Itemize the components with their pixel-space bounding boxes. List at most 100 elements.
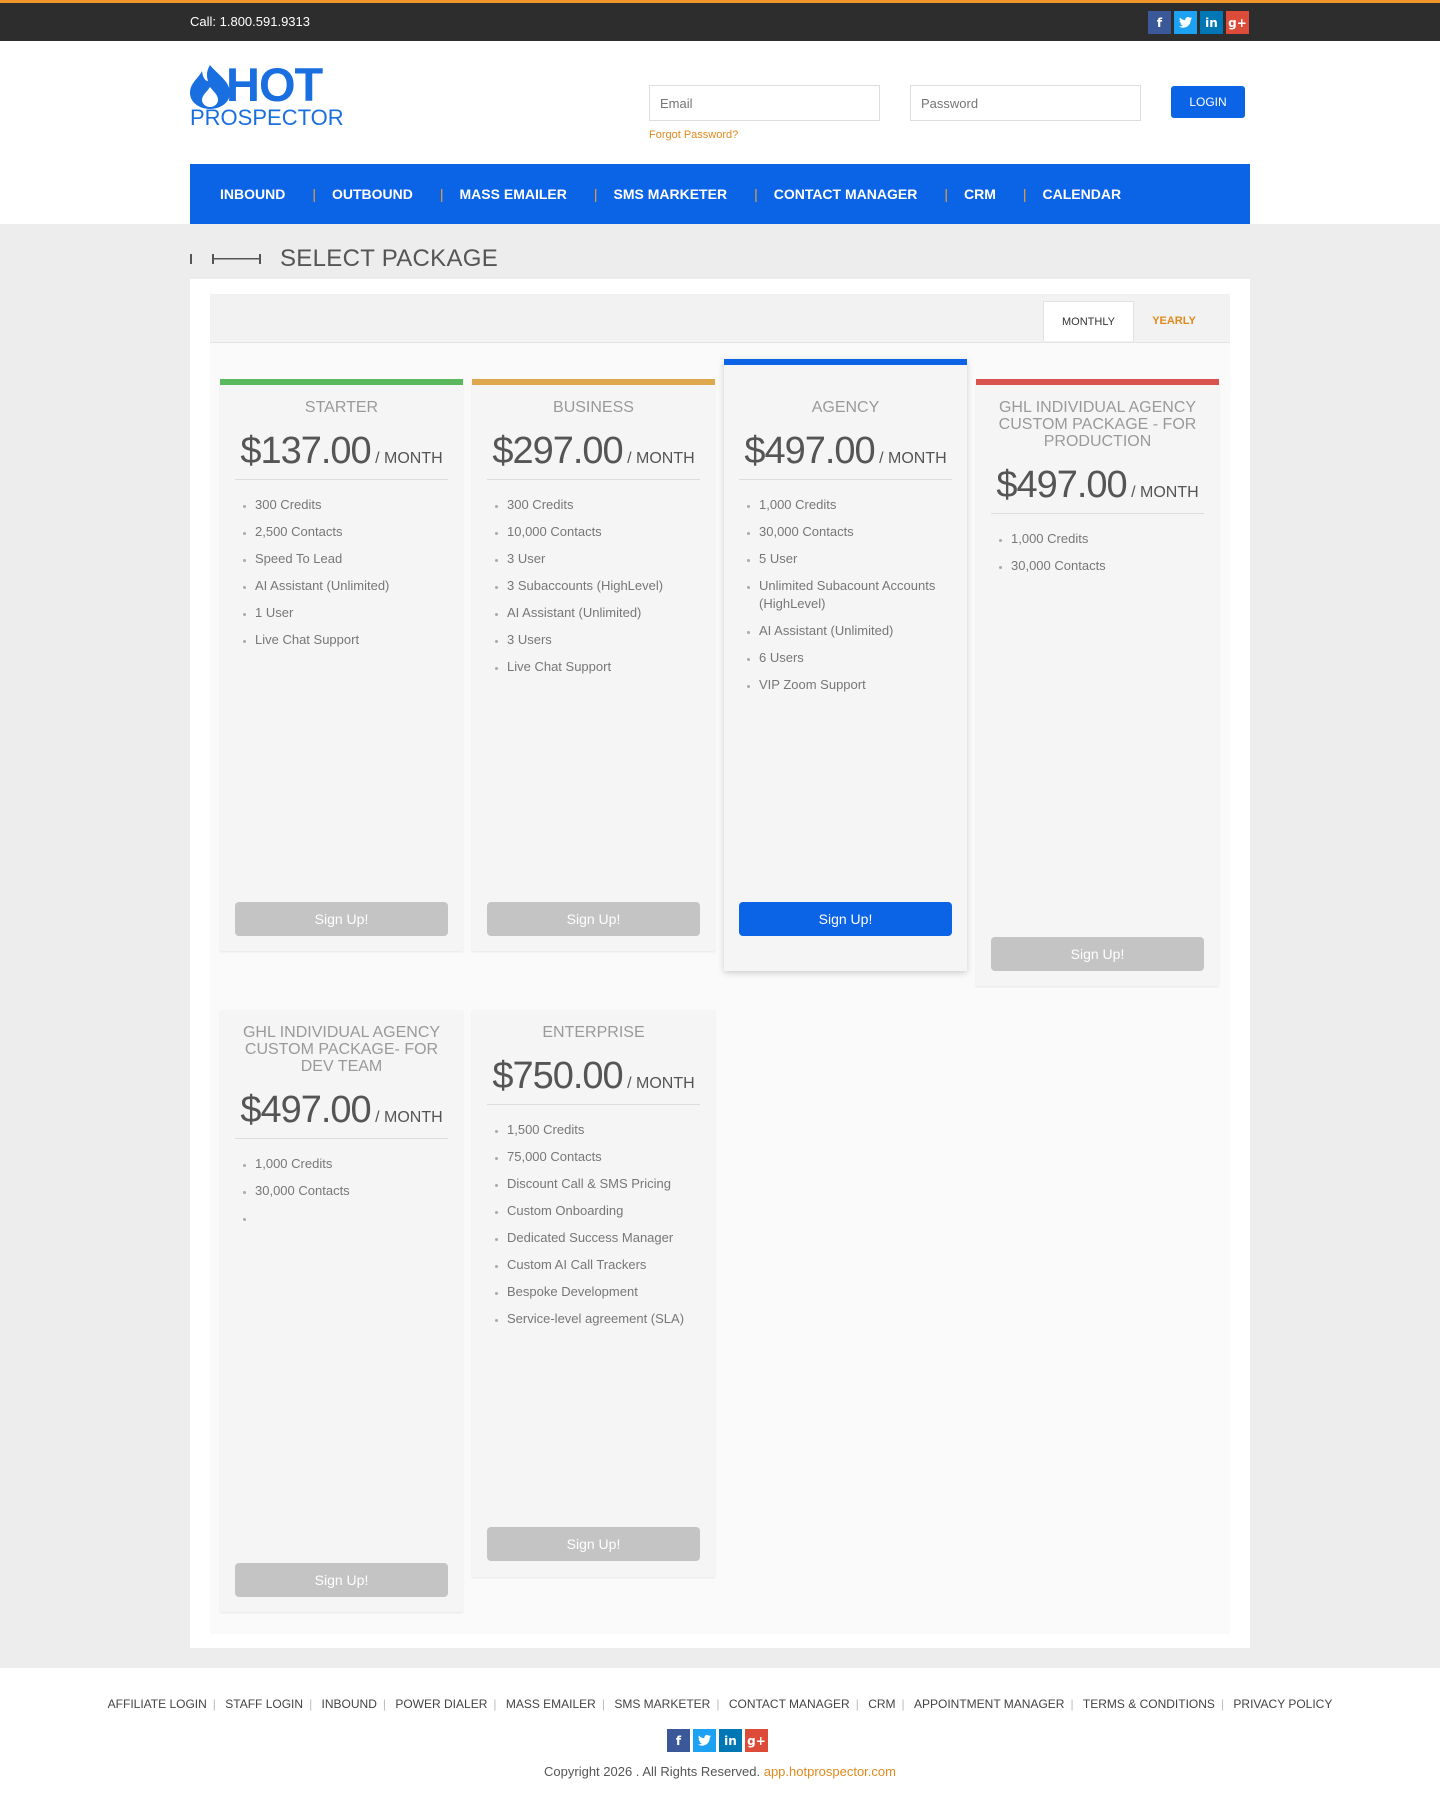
card-top-bar — [976, 379, 1219, 385]
package-name: GHL INDIVIDUAL AGENCY CUSTOM PACKAGE - F… — [998, 399, 1197, 450]
sign-up-button[interactable]: Sign Up! — [739, 902, 952, 936]
forgot-password-link[interactable]: Forgot Password? — [649, 129, 738, 141]
linkedin-icon[interactable]: in — [719, 1729, 742, 1752]
price-period: / MONTH — [627, 1075, 695, 1092]
feature-item: 1,000 Credits — [759, 496, 947, 514]
price-amount: $750.00 — [492, 1055, 623, 1097]
nav-inbound[interactable]: INBOUND — [220, 186, 285, 202]
google-plus-icon[interactable]: g+ — [1226, 11, 1249, 34]
twitter-icon[interactable] — [1174, 11, 1197, 34]
feature-item: VIP Zoom Support — [759, 676, 947, 694]
footer-link-contact-manager[interactable]: CONTACT MANAGER — [729, 1697, 850, 1711]
feature-list: 1,000 Credits 30,000 Contacts 5 User Unl… — [759, 496, 947, 694]
feature-item: 300 Credits — [255, 496, 443, 514]
package-card-enterprise: ENTERPRISE $750.00 / MONTH 1,500 Credits… — [472, 1010, 715, 1577]
sign-up-button[interactable]: Sign Up! — [235, 902, 448, 936]
package-card-agency: AGENCY $497.00 / MONTH 1,000 Credits 30,… — [724, 359, 967, 971]
feature-item: Discount Call & SMS Pricing — [507, 1175, 695, 1193]
package-price: $297.00 / MONTH — [487, 430, 700, 480]
feature-item: Bespoke Development — [507, 1283, 695, 1301]
facebook-icon[interactable]: f — [1148, 11, 1171, 34]
nav-mass-emailer[interactable]: MASS EMAILER — [460, 186, 567, 202]
package-price: $750.00 / MONTH — [487, 1055, 700, 1105]
feature-list: 1,500 Credits 75,000 Contacts Discount C… — [507, 1121, 695, 1328]
package-name: STARTER — [304, 399, 379, 416]
facebook-icon[interactable]: f — [667, 1729, 690, 1752]
sign-up-button[interactable]: Sign Up! — [487, 1527, 700, 1561]
package-price: $137.00 / MONTH — [235, 430, 448, 480]
footer-separator: | — [601, 1697, 605, 1711]
footer-link-affiliate-login[interactable]: AFFILIATE LOGIN — [108, 1697, 207, 1711]
feature-item: Custom AI Call Trackers — [507, 1256, 695, 1274]
feature-item: 1,500 Credits — [507, 1121, 695, 1139]
price-period: / MONTH — [627, 450, 695, 467]
feature-list: 1,000 Credits 30,000 Contacts — [1011, 530, 1199, 575]
feature-item: Live Chat Support — [507, 658, 695, 676]
footer-link-appointment-manager[interactable]: APPOINTMENT MANAGER — [914, 1697, 1064, 1711]
price-period: / MONTH — [879, 450, 947, 467]
package-panel: MONTHLY YEARLY STARTER $137.00 / MONTH 3… — [190, 279, 1250, 1648]
hot-prospector-logo[interactable]: HOT PROSPECTOR — [190, 58, 344, 132]
price-period: / MONTH — [1131, 484, 1199, 501]
footer-link-power-dialer[interactable]: POWER DIALER — [395, 1697, 487, 1711]
feature-item: 6 Users — [759, 649, 947, 667]
email-field[interactable] — [649, 85, 880, 121]
top-social-links: f in g+ — [1148, 11, 1249, 34]
footer-separator: | — [493, 1697, 497, 1711]
site-link[interactable]: app.hotprospector.com — [764, 1764, 896, 1779]
price-amount: $497.00 — [996, 464, 1127, 506]
feature-item: 10,000 Contacts — [507, 523, 695, 541]
footer-separator: | — [382, 1697, 386, 1711]
google-plus-icon[interactable]: g+ — [745, 1729, 768, 1752]
logo-text-hot: HOT — [226, 58, 323, 111]
feature-item: 75,000 Contacts — [507, 1148, 695, 1166]
package-panel-inner: MONTHLY YEARLY STARTER $137.00 / MONTH 3… — [210, 294, 1230, 1634]
feature-item: 3 User — [507, 550, 695, 568]
feature-item: 30,000 Contacts — [1011, 557, 1199, 575]
package-card-starter: STARTER $137.00 / MONTH 300 Credits 2,50… — [220, 379, 463, 951]
feature-item: 5 User — [759, 550, 947, 568]
footer-link-inbound[interactable]: INBOUND — [322, 1697, 377, 1711]
nav-calendar[interactable]: CALENDAR — [1043, 186, 1122, 202]
feature-list: 1,000 Credits 30,000 Contacts — [255, 1155, 443, 1227]
sign-up-button[interactable]: Sign Up! — [235, 1563, 448, 1597]
feature-item — [255, 1209, 443, 1227]
password-field[interactable] — [910, 85, 1141, 121]
package-name: GHL INDIVIDUAL AGENCY CUSTOM PACKAGE- FO… — [242, 1024, 441, 1075]
footer-separator: | — [716, 1697, 720, 1711]
footer-link-sms-marketer[interactable]: SMS MARKETER — [614, 1697, 710, 1711]
footer-link-staff-login[interactable]: STAFF LOGIN — [225, 1697, 303, 1711]
package-card-ghl-production: GHL INDIVIDUAL AGENCY CUSTOM PACKAGE - F… — [976, 379, 1219, 986]
tab-yearly[interactable]: YEARLY — [1134, 301, 1214, 341]
footer-link-mass-emailer[interactable]: MASS EMAILER — [506, 1697, 596, 1711]
footer-link-terms[interactable]: TERMS & CONDITIONS — [1083, 1697, 1215, 1711]
footer-link-crm[interactable]: CRM — [868, 1697, 895, 1711]
footer-separator: | — [1220, 1697, 1225, 1711]
sign-up-button[interactable]: Sign Up! — [991, 937, 1204, 971]
footer-separator: | — [855, 1697, 859, 1711]
feature-item: AI Assistant (Unlimited) — [507, 604, 695, 622]
nav-outbound[interactable]: OUTBOUND — [332, 186, 413, 202]
tab-monthly[interactable]: MONTHLY — [1043, 301, 1134, 341]
call-number: Call: 1.800.591.9313 — [190, 14, 310, 29]
feature-item: AI Assistant (Unlimited) — [255, 577, 443, 595]
package-name: ENTERPRISE — [542, 1024, 645, 1041]
footer-link-privacy[interactable]: PRIVACY POLICY — [1233, 1697, 1332, 1711]
card-top-bar — [472, 379, 715, 385]
main-nav: INBOUND | OUTBOUND | MASS EMAILER | SMS … — [190, 164, 1250, 224]
linkedin-icon[interactable]: in — [1200, 11, 1223, 34]
nav-contact-manager[interactable]: CONTACT MANAGER — [774, 186, 918, 202]
package-price: $497.00 / MONTH — [739, 430, 952, 480]
twitter-icon[interactable] — [693, 1729, 716, 1752]
card-top-bar — [724, 359, 967, 365]
feature-item: 3 Users — [507, 631, 695, 649]
login-button[interactable]: LOGIN — [1171, 86, 1245, 118]
nav-sms-marketer[interactable]: SMS MARKETER — [614, 186, 728, 202]
feature-item: Service-level agreement (SLA) — [507, 1310, 695, 1328]
footer-separator: | — [212, 1697, 216, 1711]
nav-separator: | — [593, 186, 598, 202]
feature-item: Speed To Lead — [255, 550, 443, 568]
nav-crm[interactable]: CRM — [964, 186, 996, 202]
package-name: BUSINESS — [553, 399, 634, 416]
sign-up-button[interactable]: Sign Up! — [487, 902, 700, 936]
